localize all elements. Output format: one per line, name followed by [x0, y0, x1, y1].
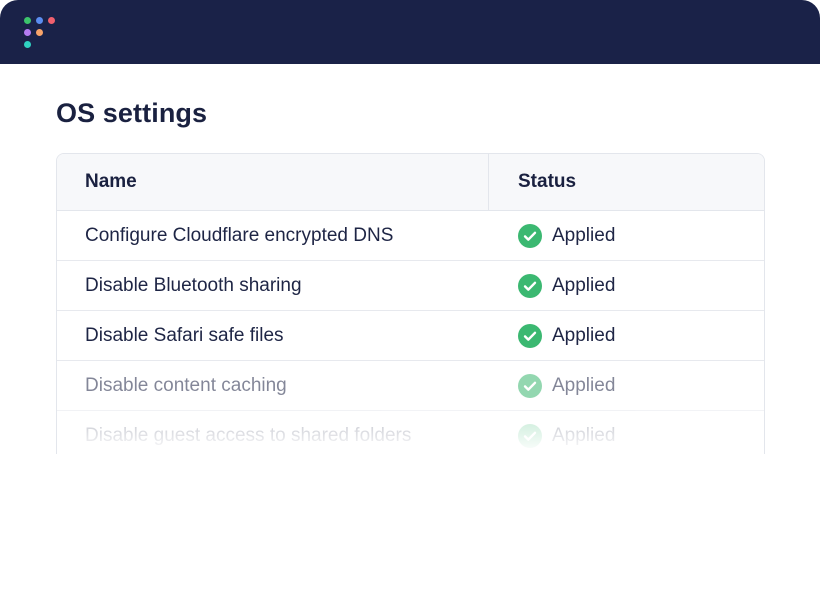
check-circle-icon [518, 323, 542, 348]
setting-status: Applied [489, 423, 616, 448]
check-circle-icon [518, 273, 542, 298]
check-circle-icon [518, 373, 542, 398]
os-settings-table: Name Status Configure Cloudflare encrypt… [56, 153, 765, 454]
table-row[interactable]: Disable Bluetooth sharing Applied [57, 261, 764, 311]
top-bar [0, 0, 820, 64]
check-circle-icon [518, 423, 542, 448]
table-row[interactable]: Disable content caching Applied [57, 361, 764, 411]
setting-status: Applied [489, 373, 616, 398]
table-row[interactable]: Configure Cloudflare encrypted DNS Appli… [57, 211, 764, 261]
logo-dot [36, 17, 43, 24]
logo-dot [48, 17, 55, 24]
status-label: Applied [552, 424, 616, 446]
status-label: Applied [552, 324, 616, 346]
status-label: Applied [552, 274, 616, 296]
table-header: Name Status [57, 154, 764, 211]
setting-status: Applied [489, 223, 616, 248]
setting-status: Applied [489, 323, 616, 348]
table-row[interactable]: Disable Safari safe files Applied [57, 311, 764, 361]
app-logo-icon[interactable] [24, 17, 56, 49]
status-label: Applied [552, 224, 616, 246]
logo-dot [24, 17, 31, 24]
setting-name: Disable Safari safe files [85, 324, 284, 346]
logo-dot [24, 29, 31, 36]
check-circle-icon [518, 223, 542, 248]
status-label: Applied [552, 374, 616, 396]
logo-dot [36, 29, 43, 36]
logo-dot [24, 41, 31, 48]
setting-name: Disable content caching [85, 374, 287, 396]
setting-name: Disable Bluetooth sharing [85, 274, 302, 296]
page-title: OS settings [56, 98, 208, 128]
table-row[interactable]: Disable guest access to shared folders A… [57, 411, 764, 454]
column-header-name[interactable]: Name [57, 154, 489, 210]
setting-name: Disable guest access to shared folders [85, 424, 412, 446]
setting-name: Configure Cloudflare encrypted DNS [85, 224, 394, 246]
column-header-status[interactable]: Status [489, 154, 576, 210]
setting-status: Applied [489, 273, 616, 298]
